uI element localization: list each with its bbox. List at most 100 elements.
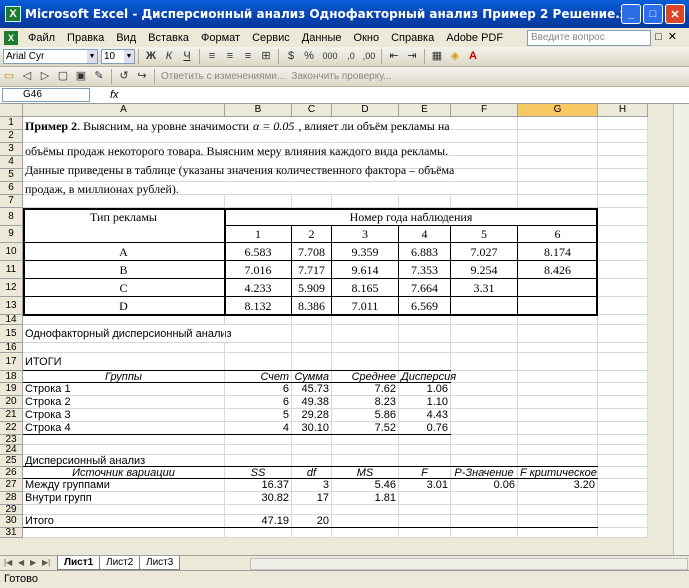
row-header-27[interactable]: 27 xyxy=(0,479,23,492)
tab-sheet3[interactable]: Лист3 xyxy=(139,556,181,570)
decrease-decimal-icon[interactable]: ,00 xyxy=(361,49,377,64)
vertical-scrollbar[interactable] xyxy=(673,104,689,555)
menu-edit[interactable]: Правка xyxy=(61,32,110,44)
minimize-button[interactable]: _ xyxy=(621,4,641,24)
row-header-6[interactable]: 6 xyxy=(0,182,23,195)
decrease-indent-icon[interactable]: ⇤ xyxy=(386,49,402,64)
row-header-5[interactable]: 5 xyxy=(0,169,23,182)
horizontal-scrollbar[interactable] xyxy=(250,558,688,570)
align-right-icon[interactable]: ≡ xyxy=(240,49,256,64)
underline-icon[interactable]: Ч xyxy=(179,49,195,64)
row-header-20[interactable]: 20 xyxy=(0,396,23,409)
row-header-29[interactable]: 29 xyxy=(0,505,23,515)
menu-file[interactable]: Файл xyxy=(22,32,61,44)
close-button[interactable]: ✕ xyxy=(665,4,685,24)
track-changes-icon[interactable]: ↺ xyxy=(116,69,132,84)
menu-help[interactable]: Справка xyxy=(385,32,440,44)
font-color-icon[interactable]: A xyxy=(465,49,481,64)
cell-area[interactable]: Пример 2. Выясним, на уровне значимости α… xyxy=(23,117,648,538)
font-size-select[interactable]: 10 ▼ xyxy=(101,49,135,64)
question-input[interactable]: Введите вопрос xyxy=(527,30,651,46)
column-header-a[interactable]: A xyxy=(23,104,225,117)
next-comment-icon[interactable]: ▷ xyxy=(37,69,53,84)
align-left-icon[interactable]: ≡ xyxy=(204,49,220,64)
row-header-18[interactable]: 18 xyxy=(0,371,23,383)
row-header-9[interactable]: 9 xyxy=(0,226,23,243)
row-header-7[interactable]: 7 xyxy=(0,195,23,208)
prev-comment-icon[interactable]: ◁ xyxy=(19,69,35,84)
row-header-8[interactable]: 8 xyxy=(0,208,23,226)
reply-with-changes-button[interactable]: Ответить с изменениями... xyxy=(161,71,285,82)
row-header-12[interactable]: 12 xyxy=(0,279,23,297)
name-box[interactable]: G46 xyxy=(2,88,90,102)
workbook-window-controls[interactable]: -□✕ xyxy=(645,30,683,43)
fill-color-icon[interactable]: ◈ xyxy=(447,49,463,64)
column-header-g[interactable]: G xyxy=(518,104,598,117)
delete-comment-icon[interactable]: ✎ xyxy=(91,69,107,84)
row-header-16[interactable]: 16 xyxy=(0,343,23,353)
tab-sheet1[interactable]: Лист1 xyxy=(57,556,101,570)
thousands-icon[interactable]: 000 xyxy=(319,49,341,64)
value-cell: 9.254 xyxy=(470,262,498,277)
borders-icon[interactable]: ▦ xyxy=(429,49,445,64)
last-sheet-icon[interactable]: ▶| xyxy=(42,558,50,567)
menu-insert[interactable]: Вставка xyxy=(142,32,195,44)
new-comment-icon[interactable]: ▭ xyxy=(1,69,17,84)
row-header-24[interactable]: 24 xyxy=(0,445,23,455)
anova-value: 3.20 xyxy=(573,479,595,491)
row-header-14[interactable]: 14 xyxy=(0,315,23,325)
row-header-11[interactable]: 11 xyxy=(0,261,23,279)
column-header-c[interactable]: C xyxy=(292,104,332,117)
menu-data[interactable]: Данные xyxy=(296,32,348,44)
row-header-10[interactable]: 10 xyxy=(0,243,23,261)
merge-center-icon[interactable]: ⊞ xyxy=(258,49,274,64)
menu-format[interactable]: Формат xyxy=(195,32,246,44)
next-sheet-icon[interactable]: ▶ xyxy=(30,558,36,567)
align-center-icon[interactable]: ≡ xyxy=(222,49,238,64)
row-header-15[interactable]: 15 xyxy=(0,325,23,343)
value-cell: 7.664 xyxy=(411,280,438,295)
row-header-2[interactable]: 2 xyxy=(0,130,23,143)
end-review-button[interactable]: Закончить проверку... xyxy=(291,71,391,82)
column-header-b[interactable]: B xyxy=(225,104,292,117)
increase-indent-icon[interactable]: ⇥ xyxy=(404,49,420,64)
tab-sheet2[interactable]: Лист2 xyxy=(99,556,141,570)
row-header-21[interactable]: 21 xyxy=(0,409,23,422)
maximize-button[interactable]: □ xyxy=(643,4,663,24)
menu-window[interactable]: Окно xyxy=(348,32,386,44)
row-header-25[interactable]: 25 xyxy=(0,455,23,467)
menu-adobe-pdf[interactable]: Adobe PDF xyxy=(440,32,509,44)
percent-icon[interactable]: % xyxy=(301,49,317,64)
column-header-e[interactable]: E xyxy=(399,104,451,117)
currency-icon[interactable]: $ xyxy=(283,49,299,64)
prev-sheet-icon[interactable]: ◀ xyxy=(18,558,24,567)
row-header-26[interactable]: 26 xyxy=(0,467,23,479)
menu-view[interactable]: Вид xyxy=(110,32,142,44)
function-icon[interactable]: fx xyxy=(110,87,119,103)
row-header-1[interactable]: 1 xyxy=(0,117,23,130)
bold-icon[interactable]: Ж xyxy=(143,49,159,64)
anova-value: 5.46 xyxy=(374,479,396,491)
row-header-31[interactable]: 31 xyxy=(0,528,23,538)
type-header: Тип рекламы xyxy=(89,209,157,224)
row-header-4[interactable]: 4 xyxy=(0,156,23,169)
column-header-f[interactable]: F xyxy=(451,104,518,117)
menu-tools[interactable]: Сервис xyxy=(246,32,296,44)
row-header-17[interactable]: 17 xyxy=(0,353,23,371)
select-all-corner[interactable] xyxy=(0,104,23,117)
first-sheet-icon[interactable]: |◀ xyxy=(4,558,12,567)
increase-decimal-icon[interactable]: ,0 xyxy=(343,49,359,64)
show-all-comments-icon[interactable]: ▣ xyxy=(73,69,89,84)
reply-icon[interactable]: ↪ xyxy=(134,69,150,84)
column-header-d[interactable]: D xyxy=(332,104,399,117)
workbook-icon[interactable]: X xyxy=(4,30,18,45)
row-header-3[interactable]: 3 xyxy=(0,143,23,156)
row-header-13[interactable]: 13 xyxy=(0,297,23,315)
italic-icon[interactable]: К xyxy=(161,49,177,64)
font-select[interactable]: Arial Cyr ▼ xyxy=(3,49,98,64)
show-comment-icon[interactable]: ▢ xyxy=(55,69,71,84)
column-header-h[interactable]: H xyxy=(598,104,648,117)
row-header-19[interactable]: 19 xyxy=(0,383,23,396)
excel-icon[interactable]: X xyxy=(5,6,21,22)
group-name: Строка 2 xyxy=(25,396,71,408)
